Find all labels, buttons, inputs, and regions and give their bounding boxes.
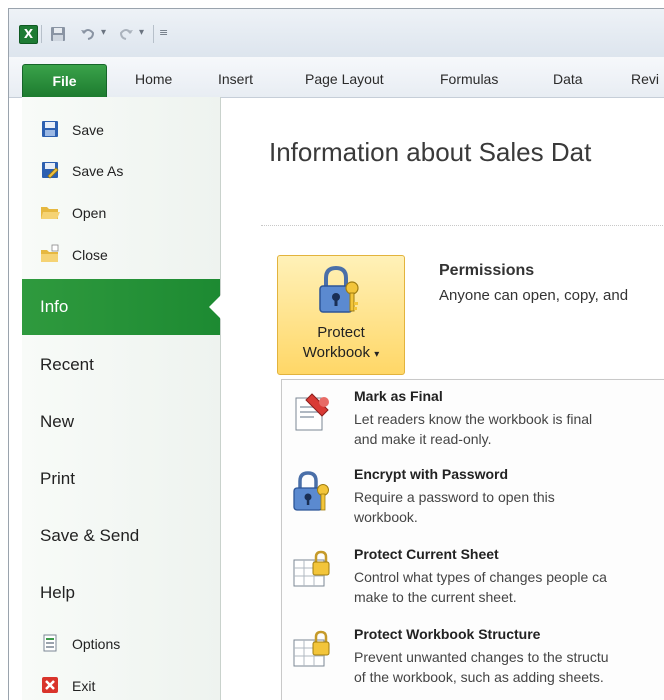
nav-info[interactable]: Info (22, 279, 221, 335)
exit-command[interactable]: Exit (22, 667, 220, 700)
info-pane: Information about Sales Dat Protect Work… (221, 97, 664, 700)
save-as-command[interactable]: Save As (22, 152, 220, 190)
page-title: Information about Sales Dat (269, 137, 592, 167)
excel-logo-icon[interactable]: X (19, 25, 38, 44)
divider (261, 225, 664, 226)
redo-icon[interactable] (117, 25, 135, 43)
tab-formulas[interactable]: Formulas (440, 71, 498, 87)
encrypt-description: Require a password to open this workbook… (354, 487, 664, 527)
encrypt-icon (293, 471, 329, 511)
undo-dropdown-icon[interactable]: ▾ (101, 27, 106, 45)
protect-workbook-button[interactable]: Protect Workbook ▾ (277, 255, 405, 375)
tab-page-layout[interactable]: Page Layout (305, 71, 384, 87)
tab-home[interactable]: Home (135, 71, 172, 87)
options-icon (43, 634, 57, 652)
protect-button-label-line1: Protect (317, 324, 365, 341)
save-as-icon (42, 162, 59, 179)
excel-window: X ▾ ▾ ≡ File Home Insert Page Layout For… (8, 8, 664, 700)
nav-new-label: New (40, 412, 75, 431)
permissions-title: Permissions (439, 262, 535, 279)
nav-info-label: Info (40, 297, 69, 316)
toolbar-separator (41, 25, 42, 43)
toolbar-separator (153, 25, 154, 43)
mark-as-final-title: Mark as Final (354, 388, 443, 404)
encrypt-title: Encrypt with Password (354, 466, 509, 482)
protect-structure-desc-line: of the workbook, such as adding sheets. (354, 669, 604, 685)
redo-dropdown-icon[interactable]: ▾ (139, 27, 144, 45)
protect-workbook-menu: Mark as Final Let readers know the workb… (281, 379, 664, 700)
undo-icon[interactable] (79, 25, 97, 43)
menu-item-encrypt-with-password[interactable]: Encrypt with Password Require a password… (282, 460, 664, 538)
protect-sheet-desc-line: make to the current sheet. (354, 589, 517, 605)
backstage-menu: Save Save As Open Close Info Recent New … (22, 97, 221, 700)
ribbon-tabs: File Home Insert Page Layout Formulas Da… (9, 57, 664, 98)
save-icon[interactable] (49, 25, 67, 43)
nav-save-send[interactable]: Save & Send (22, 508, 220, 564)
close-label: Close (72, 247, 108, 263)
chevron-down-icon: ▾ (374, 349, 380, 360)
nav-help-label: Help (40, 583, 75, 602)
protect-button-label-workbook: Workbook (302, 344, 371, 361)
menu-item-protect-workbook-structure[interactable]: Protect Workbook Structure Prevent unwan… (282, 620, 664, 698)
open-command[interactable]: Open (22, 194, 220, 232)
protect-structure-desc-line: Prevent unwanted changes to the structu (354, 649, 609, 665)
save-as-label: Save As (72, 163, 124, 179)
nav-save-send-label: Save & Send (40, 526, 140, 545)
open-label: Open (72, 205, 107, 221)
tab-insert[interactable]: Insert (218, 71, 253, 87)
options-label: Options (72, 636, 121, 652)
exit-icon (42, 677, 58, 693)
protect-sheet-title: Protect Current Sheet (354, 546, 499, 562)
protect-sheet-desc-line: Control what types of changes people ca (354, 569, 607, 585)
protect-sheet-description: Control what types of changes people ca … (354, 567, 664, 607)
save-label: Save (72, 122, 104, 138)
customize-icon[interactable]: ≡ (159, 26, 168, 44)
tab-file[interactable]: File (22, 64, 107, 98)
protect-workbook-icon (319, 266, 359, 313)
mark-final-icon (295, 393, 329, 431)
quick-access-toolbar: X ▾ ▾ ≡ (9, 9, 664, 57)
protect-structure-description: Prevent unwanted changes to the structu … (354, 647, 664, 687)
protect-structure-icon (293, 630, 330, 667)
menu-item-mark-as-final[interactable]: Mark as Final Let readers know the workb… (282, 382, 664, 460)
mark-as-final-desc-line: Let readers know the workbook is final (354, 411, 593, 427)
nav-print[interactable]: Print (22, 451, 220, 507)
nav-new[interactable]: New (22, 394, 220, 450)
save-command[interactable]: Save (22, 111, 220, 149)
options-command[interactable]: Options (22, 625, 220, 663)
nav-recent-label: Recent (40, 355, 94, 374)
encrypt-desc-line: workbook. (354, 509, 418, 525)
mark-as-final-description: Let readers know the workbook is final a… (354, 409, 664, 449)
open-folder-icon (41, 207, 60, 219)
exit-label: Exit (72, 678, 96, 694)
tab-review[interactable]: Revi (631, 71, 659, 87)
nav-help[interactable]: Help (22, 565, 220, 621)
nav-print-label: Print (40, 469, 75, 488)
protect-button-label-line2: Workbook ▾ (278, 344, 404, 361)
menu-item-protect-current-sheet[interactable]: Protect Current Sheet Control what types… (282, 540, 664, 618)
nav-recent[interactable]: Recent (22, 337, 220, 393)
mark-as-final-desc-line: and make it read-only. (354, 431, 492, 447)
close-folder-icon (41, 244, 59, 262)
protect-sheet-icon (293, 550, 330, 587)
encrypt-desc-line: Require a password to open this (354, 489, 555, 505)
close-command[interactable]: Close (22, 236, 220, 274)
protect-structure-title: Protect Workbook Structure (354, 626, 541, 642)
save-icon (42, 121, 58, 137)
permissions-description: Anyone can open, copy, and (439, 287, 629, 304)
tab-data[interactable]: Data (553, 71, 583, 87)
